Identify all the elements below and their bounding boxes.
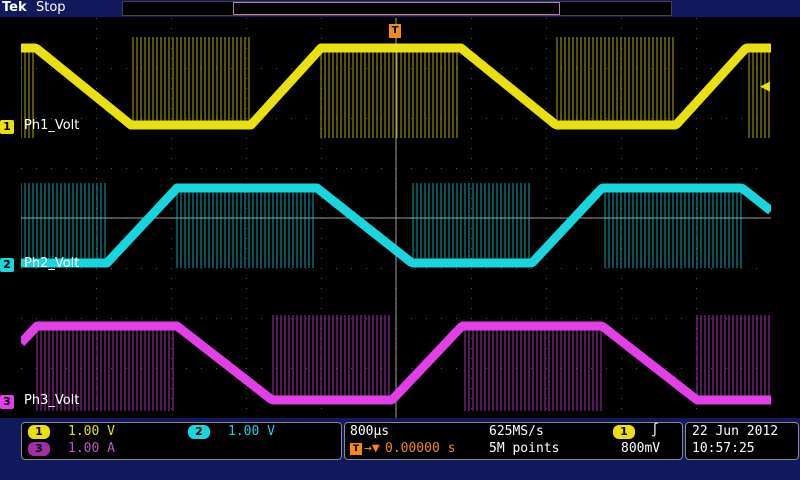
ch3-label: Ph3_Volt (24, 393, 80, 408)
record-length: 5M points (489, 441, 560, 456)
trigger-slope-icon: ∫ (651, 423, 659, 438)
trigger-level: 800mV (621, 441, 661, 456)
ch2-scale: 1.00 V (228, 424, 275, 439)
ch1-label: Ph1_Volt (24, 118, 80, 133)
ch3-scale-badge: 3 (28, 442, 50, 456)
delay-arrow-icon: →▼ (364, 441, 380, 456)
ch1-scale: 1.00 V (68, 424, 115, 439)
ch2-label: Ph2_Volt (24, 256, 80, 271)
trigger-position-marker[interactable]: T (389, 24, 401, 38)
ch1-marker[interactable]: 1 (0, 120, 14, 134)
trigger-level-arrow-icon[interactable]: ◀ (760, 79, 770, 94)
trigger-source-badge: 1 (613, 425, 635, 439)
ch2-marker[interactable]: 2 (0, 258, 14, 272)
timebase: 800µs (350, 424, 390, 439)
ch1-scale-badge: 1 (28, 425, 50, 439)
horizontal-trigger-panel[interactable]: 800µs 625MS/s 1 ∫ T →▼ 0.00000 s 5M poin… (344, 422, 683, 460)
acquisition-status[interactable]: Stop (36, 0, 66, 15)
ch2-scale-badge: 2 (188, 425, 210, 439)
channel-scale-panel[interactable]: 1 1.00 V 2 1.00 V 3 1.00 A (21, 422, 342, 460)
horizontal-delay: 0.00000 s (385, 441, 456, 456)
date: 22 Jun 2012 (692, 424, 779, 439)
record-view-window[interactable] (233, 2, 560, 15)
datetime-panel[interactable]: 22 Jun 2012 10:57:25 (685, 422, 799, 460)
time: 10:57:25 (692, 441, 755, 456)
record-overview-bar[interactable] (122, 1, 672, 16)
ch3-marker[interactable]: 3 (0, 395, 14, 409)
brand-logo: Tek (2, 0, 27, 15)
top-status-bar: Tek Stop (0, 0, 800, 17)
delay-trigger-icon: T (350, 443, 362, 455)
waveform-graticule[interactable] (21, 18, 771, 418)
sample-rate: 625MS/s (489, 424, 544, 439)
ch3-scale: 1.00 A (68, 441, 115, 456)
